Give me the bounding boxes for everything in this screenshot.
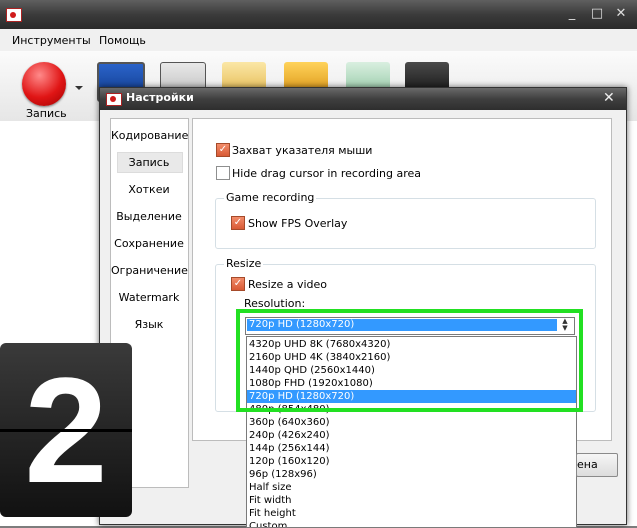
capture-cursor-label: Захват указателя мыши xyxy=(232,144,373,157)
menu-tools[interactable]: Инструменты xyxy=(12,34,91,47)
capture-cursor-checkbox[interactable]: ✓ xyxy=(216,143,230,157)
resolution-option[interactable]: 360p (640x360) xyxy=(247,416,576,429)
dialog-app-icon xyxy=(106,93,122,106)
nav-item-hotkeys[interactable]: Хоткеи xyxy=(111,183,187,196)
nav-item-selection[interactable]: Выделение xyxy=(111,210,187,223)
record-button[interactable] xyxy=(22,62,66,106)
dialog-close-icon[interactable]: ✕ xyxy=(603,90,615,106)
resolution-option[interactable]: Fit width xyxy=(247,494,576,507)
nav-item-recording[interactable]: Запись xyxy=(111,156,187,169)
maximize-button[interactable]: □ xyxy=(590,7,604,21)
resize-video-label: Resize a video xyxy=(248,278,328,291)
nav-item-encoding[interactable]: Кодирование xyxy=(111,129,188,142)
cancel-button[interactable]: ена xyxy=(576,453,618,477)
green-highlight-box xyxy=(236,309,583,412)
resolution-option[interactable]: Half size xyxy=(247,481,576,494)
main-title-bar xyxy=(0,0,637,29)
resize-video-checkbox[interactable]: ✓ xyxy=(231,277,245,291)
nav-item-saving[interactable]: Сохранение xyxy=(111,237,187,250)
menu-bar xyxy=(0,29,637,51)
step-number-divider xyxy=(0,429,132,432)
game-recording-title: Game recording xyxy=(224,191,317,204)
resolution-option[interactable]: 120p (160x120) xyxy=(247,455,576,468)
dialog-title: Настройки xyxy=(126,91,194,104)
fps-overlay-checkbox[interactable]: ✓ xyxy=(231,216,245,230)
hide-drag-checkbox[interactable] xyxy=(216,166,230,180)
resolution-option[interactable]: Custom xyxy=(247,520,576,527)
resolution-option[interactable]: 96p (128x96) xyxy=(247,468,576,481)
hide-drag-label: Hide drag cursor in recording area xyxy=(232,167,422,180)
resize-group-title: Resize xyxy=(224,257,264,270)
resolution-option[interactable]: 144p (256x144) xyxy=(247,442,576,455)
app-icon xyxy=(6,8,22,22)
nav-item-limits[interactable]: Ограничение xyxy=(111,264,188,277)
resolution-option[interactable]: 240p (426x240) xyxy=(247,429,576,442)
record-label: Запись xyxy=(26,107,67,120)
fps-overlay-label: Show FPS Overlay xyxy=(248,217,348,230)
record-dropdown-arrow-icon[interactable] xyxy=(75,86,83,90)
minimize-button[interactable]: _ xyxy=(565,7,579,21)
close-button[interactable]: ✕ xyxy=(614,7,628,21)
resolution-option[interactable]: Fit height xyxy=(247,507,576,520)
menu-help[interactable]: Помощь xyxy=(99,34,146,47)
nav-item-watermark[interactable]: Watermark xyxy=(111,291,187,304)
nav-item-language[interactable]: Язык xyxy=(111,318,187,331)
